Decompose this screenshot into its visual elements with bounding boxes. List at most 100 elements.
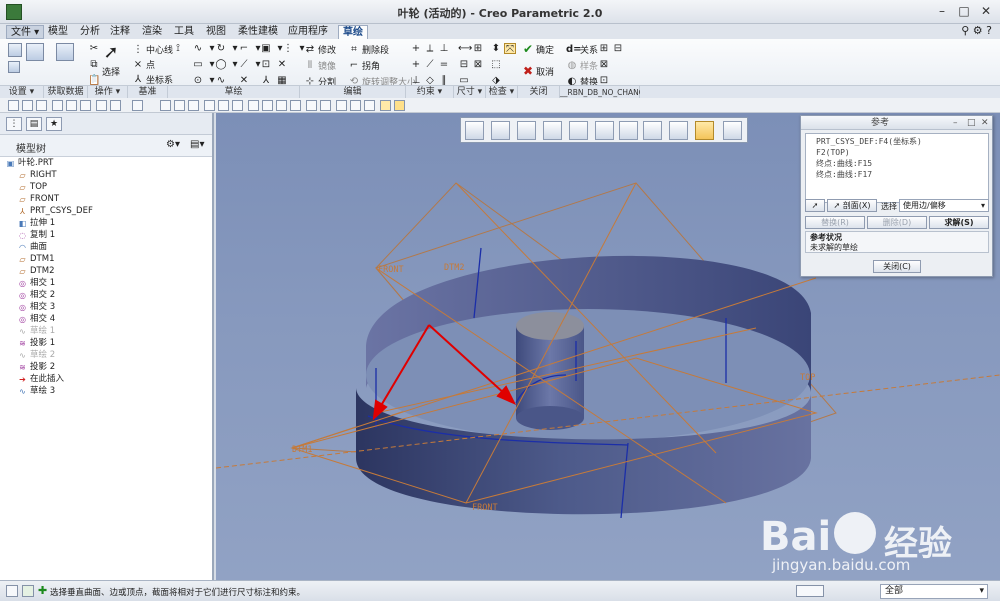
tab-render[interactable]: 渲染 [138,25,166,39]
grid-display-icon[interactable] [380,100,391,111]
custom-icons-1[interactable]: ⊞ ⊟ [598,43,624,54]
browser-toggle-icon[interactable] [22,585,34,597]
tree-item-extrude[interactable]: ◧ 拉伸 1 [18,217,55,229]
relations-button[interactable]: d= 关系 [566,43,598,56]
datum-planes-icon[interactable] [248,100,259,111]
tab-view[interactable]: 视图 [202,25,230,39]
corner-button[interactable]: ⌐ 拐角 [348,59,380,72]
datum-label-dtm2[interactable]: DTM2 [444,263,464,273]
tab-applications[interactable]: 应用程序 [284,25,332,39]
tree-item-project-2[interactable]: ≋ 投影 2 [18,361,55,373]
favorites-tab-icon[interactable]: ★ [46,117,62,131]
model-tree-tab-icon[interactable]: ⋮ [6,117,22,131]
zoom-out-icon[interactable] [174,100,185,111]
solve-button[interactable]: 求解(S) [929,216,989,229]
save-icon[interactable] [36,100,47,111]
navigator-toggle-icon[interactable] [6,585,18,597]
dialog-minimize-icon[interactable]: – [953,116,958,130]
section-button[interactable]: ➚ 剖面(X) [827,199,877,212]
new-icon[interactable] [8,100,19,111]
csys-display-icon[interactable] [290,100,301,111]
sketch-display-icon[interactable] [336,100,347,111]
tree-item-project-1[interactable]: ≋ 投影 1 [18,337,55,349]
centerline-button[interactable]: ⋮ 中心线 [132,43,173,56]
settings-icon[interactable]: ⚙ [973,24,983,37]
perimeter-dimension-icon[interactable]: ⊟ ⊠ [458,59,484,70]
tree-item-csys[interactable]: ⅄ PRT_CSYS_DEF [18,205,93,217]
palette-icon[interactable]: ✕ [276,59,288,70]
sample-button[interactable]: ◍ 样条 [566,59,598,72]
tree-item-sketch-3[interactable]: ∿ 草绘 3 [18,385,55,397]
print-icon[interactable] [52,100,63,111]
tab-sketch[interactable]: 草绘 [338,25,368,39]
select-button[interactable]: ➚ 选择 [102,43,120,79]
tree-item-surface[interactable]: ◠ 曲面 [18,241,47,253]
refit-icon[interactable] [188,100,199,111]
copy-icon[interactable]: ⧉ [88,59,100,70]
vertical-constraint-icon[interactable]: + ⟂ ⊥ [410,43,450,54]
ok-button[interactable]: ✔ 确定 [522,43,554,56]
select-dropdown[interactable]: 使用边/偏移 ▾ [899,199,989,212]
group-operations[interactable]: 操作 ▾ [88,85,128,98]
search-icon[interactable]: ⚲ [961,24,969,37]
tree-item-intersect-3[interactable]: ◎ 相交 3 [18,301,55,313]
annotation-display-icon[interactable] [306,100,317,111]
group-inspect[interactable]: 检查 ▾ [486,85,518,98]
list-item[interactable]: PRT_CSYS_DEF:F4(坐标系) [816,136,978,147]
thicken-icon[interactable]: ⊡ [260,59,272,70]
tree-item-sketch-1[interactable]: ∿ 草绘 1 [18,325,55,337]
selection-filter[interactable]: 全部 ▾ [880,584,988,599]
replace-button[interactable]: 替换(R) [805,216,865,229]
tab-flexible-modeling[interactable]: 柔性建模 [234,25,282,39]
spin-center-icon[interactable] [320,100,331,111]
close-dialog-button[interactable]: 关闭(C) [873,260,921,273]
dialog-close-icon[interactable]: ✕ [981,116,989,130]
construction-mode-icon[interactable]: ⟟ [172,43,184,54]
point-display-icon[interactable] [276,100,287,111]
dimension-display-icon[interactable] [350,100,361,111]
regenerate-icon[interactable] [96,100,107,111]
repaint-icon[interactable] [204,100,215,111]
open-icon[interactable] [22,100,33,111]
tab-tools[interactable]: 工具 [170,25,198,39]
constraint-display-icon[interactable] [364,100,375,111]
horizontal-constraint-icon[interactable]: + ⟋ = [410,59,450,70]
group-constrain[interactable]: 约束 ▾ [406,85,454,98]
vertex-display-icon[interactable] [394,100,405,111]
tab-file[interactable]: 文件 ▾ [6,25,45,39]
reference-icon[interactable] [8,61,20,73]
list-item[interactable]: 终点:曲线:F15 [816,158,978,169]
list-item[interactable]: 终点:曲线:F17 [816,169,978,180]
cut-icon[interactable]: ✂ [88,43,100,54]
smart-filter-toggle-icon[interactable] [796,585,824,597]
datum-label-front-top[interactable]: FRONT [378,265,404,275]
zoom-in-icon[interactable] [160,100,171,111]
tree-item-intersect-4[interactable]: ◎ 相交 4 [18,313,55,325]
maximize-button[interactable]: □ [956,3,972,19]
datum-axes-icon[interactable] [262,100,273,111]
tree-item-intersect-2[interactable]: ◎ 相交 2 [18,289,55,301]
folder-browser-tab-icon[interactable]: ▤ [26,117,42,131]
select-reference-button[interactable]: ➚ [805,199,825,212]
group-dimension[interactable]: 尺寸 ▾ [454,85,486,98]
reference-list[interactable]: PRT_CSYS_DEF:F4(坐标系) F2(TOP) 终点:曲线:F15 终… [805,133,989,203]
datum-label-top[interactable]: TOP [800,373,815,383]
display-style-icon[interactable] [218,100,229,111]
dialog-maximize-icon[interactable]: □ [967,116,976,130]
tree-item-intersect-1[interactable]: ◎ 相交 1 [18,277,55,289]
delete-button[interactable]: 删除(D) [867,216,927,229]
tab-annotate[interactable]: 注释 [106,25,134,39]
custom-icons-2[interactable]: ⊠ [598,59,610,70]
tree-item-part[interactable]: ▣ 叶轮.PRT [6,157,54,169]
close-window-icon[interactable] [66,100,77,111]
tree-item-dtm2[interactable]: ▱ DTM2 [18,265,54,277]
delete-segment-button[interactable]: ⌗ 删除段 [348,43,389,56]
tree-filter-icon[interactable]: ▤▾ [190,139,204,150]
overlap-geometry-icon[interactable]: ⬍ ⤧ [490,43,516,55]
datum-label-front-bottom[interactable]: FRONT [472,503,498,513]
tree-item-top[interactable]: ▱ TOP [18,181,47,193]
point-button[interactable]: × 点 [132,58,155,71]
saved-orientations-icon[interactable] [232,100,243,111]
list-item[interactable]: F2(TOP) [816,147,978,158]
window-icon[interactable] [80,100,91,111]
